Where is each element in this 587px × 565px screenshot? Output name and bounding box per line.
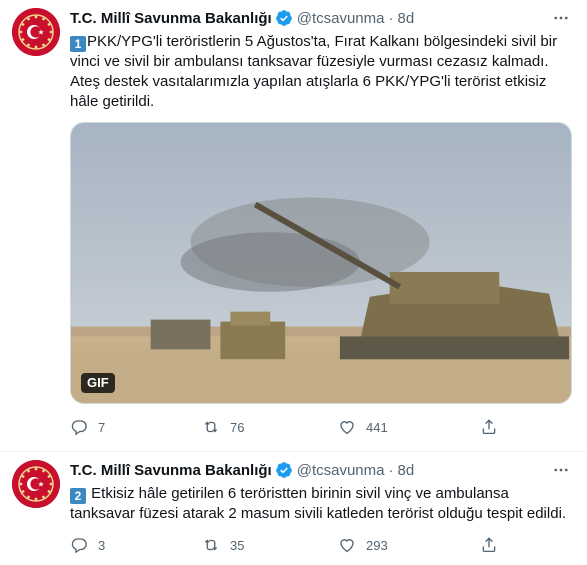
tweet-media-gif[interactable]: GIF <box>70 122 572 404</box>
share-button[interactable] <box>480 418 498 436</box>
reply-button[interactable]: 7 <box>70 418 105 436</box>
reply-count: 3 <box>98 537 106 553</box>
avatar[interactable] <box>12 460 60 508</box>
author-handle[interactable]: @tcsavunma <box>297 10 385 27</box>
avatar[interactable] <box>12 8 60 56</box>
verified-badge-icon <box>275 461 293 479</box>
tweet-actions: 7 76 441 <box>70 418 530 438</box>
tweet[interactable]: T.C. Millî Savunma Bakanlığı @tcsavunma … <box>0 452 587 565</box>
tweet-text: 1 PKK/YPG'li teröristlerin 5 Ağustos'ta, … <box>70 32 570 112</box>
retweet-count: 35 <box>230 537 245 553</box>
separator-dot: · <box>388 9 394 27</box>
tweet-header: T.C. Millî Savunma Bakanlığı @tcsavunma … <box>70 8 414 28</box>
reply-icon <box>71 538 87 554</box>
author-name[interactable]: T.C. Millî Savunma Bakanlığı <box>70 462 272 479</box>
more-icon[interactable] <box>549 8 573 28</box>
tweet[interactable]: T.C. Millî Savunma Bakanlığı @tcsavunma … <box>0 0 587 452</box>
artillery-image <box>71 123 571 403</box>
author-handle[interactable]: @tcsavunma <box>297 462 385 479</box>
retweet-icon <box>204 421 218 433</box>
reply-button[interactable]: 3 <box>70 536 105 554</box>
ministry-emblem-icon <box>12 460 60 508</box>
tweet-body: PKK/YPG'li teröristlerin 5 Ağustos'ta, F… <box>70 33 558 110</box>
share-icon <box>482 419 496 435</box>
reply-icon <box>71 420 87 436</box>
retweet-button[interactable]: 76 <box>202 418 244 436</box>
tweet-text: 2 Etkisiz hâle getirilen 6 teröristten b… <box>70 484 570 524</box>
retweet-button[interactable]: 35 <box>202 536 244 554</box>
ministry-emblem-icon <box>12 8 60 56</box>
tweet-timestamp[interactable]: 8d <box>397 10 414 27</box>
tweet-timestamp[interactable]: 8d <box>397 462 414 479</box>
reply-count: 7 <box>98 419 106 435</box>
tweet-header: T.C. Millî Savunma Bakanlığı @tcsavunma … <box>70 460 414 480</box>
gif-badge: GIF <box>81 373 115 393</box>
tweet-body: Etkisiz hâle getirilen 6 teröristten bir… <box>70 485 567 522</box>
share-button[interactable] <box>480 536 498 554</box>
like-count: 441 <box>366 419 388 435</box>
like-icon <box>340 539 354 553</box>
like-icon <box>340 421 354 435</box>
share-icon <box>482 537 496 553</box>
separator-dot: · <box>388 461 394 479</box>
author-name[interactable]: T.C. Millî Savunma Bakanlığı <box>70 10 272 27</box>
like-button[interactable]: 441 <box>338 418 388 436</box>
like-button[interactable]: 293 <box>338 536 388 554</box>
tweet-actions: 3 35 293 <box>70 536 530 556</box>
keycap-number-two: 2 <box>70 488 86 504</box>
more-icon[interactable] <box>549 460 573 480</box>
like-count: 293 <box>366 537 388 553</box>
retweet-icon <box>204 539 218 551</box>
retweet-count: 76 <box>230 419 245 435</box>
keycap-number-one: 1 <box>70 36 86 52</box>
verified-badge-icon <box>275 9 293 27</box>
